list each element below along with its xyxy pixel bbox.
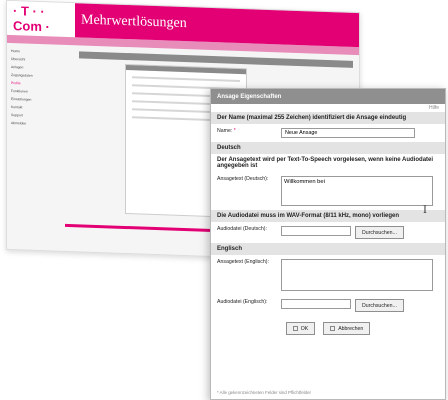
button-marker-icon (292, 326, 298, 331)
required-marker: * (233, 128, 236, 134)
nav-item[interactable]: Abmelden (11, 121, 69, 127)
nav-item[interactable]: Einstellungen (11, 97, 69, 103)
text-cursor-icon: I (423, 205, 427, 216)
ansage-dialog: Ansage Eigenschaften Hilfe Der Name (max… (210, 88, 446, 400)
nav-item[interactable]: Übersicht (11, 57, 69, 63)
dialog-toolbar: Hilfe (211, 104, 445, 112)
button-marker-icon (330, 326, 336, 331)
audiodatei-de-label: Audiodatei (Deutsch): (217, 226, 267, 232)
ansagetext-de-row: Ansagetext (Deutsch): Willkommen bei (211, 172, 445, 210)
button-row: OK Abbrechen (211, 316, 445, 339)
tts-note: Der Ansagetext wird per Text-To-Speech v… (211, 154, 445, 172)
nav-item[interactable]: Support (11, 113, 69, 119)
audiodatei-en-row: Audiodatei (Englisch): Durchsuchen... (211, 295, 445, 316)
name-intro: Der Name (maximal 255 Zeichen) identifiz… (211, 112, 445, 124)
ansagetext-de-label: Ansagetext (Deutsch): (217, 176, 269, 182)
telekom-logo: · T · · Com · (13, 3, 50, 35)
nav-item[interactable]: Anlagen (11, 65, 69, 71)
nav-item[interactable]: Kontakt (11, 105, 69, 111)
name-row: Name: * (211, 124, 445, 142)
ok-button[interactable]: OK (285, 322, 316, 335)
cancel-button[interactable]: Abbrechen (323, 322, 371, 335)
audiodatei-de-row: Audiodatei (Deutsch): Durchsuchen... (211, 222, 445, 243)
name-label: Name: (217, 128, 233, 134)
name-input[interactable] (281, 128, 415, 138)
audiodatei-de-input[interactable] (281, 226, 351, 236)
ansagetext-de-textarea[interactable]: Willkommen bei (281, 176, 433, 206)
cancel-label: Abbrechen (338, 325, 364, 332)
ansagetext-en-textarea[interactable] (281, 259, 433, 291)
nav-item[interactable]: Profile (11, 81, 69, 87)
ok-label: OK (300, 325, 309, 332)
background-nav: Home Übersicht Anlagen Zugangsdaten Prof… (7, 43, 73, 245)
nav-item[interactable]: Home (11, 49, 69, 55)
section-deutsch: Deutsch (211, 142, 445, 154)
background-tabbar (79, 51, 353, 68)
browse-en-button[interactable]: Durchsuchen... (355, 299, 404, 312)
ansagetext-en-row: Ansagetext (Englisch): (211, 255, 445, 295)
wav-note: Die Audiodatei muss im WAV-Format (8/11 … (211, 210, 445, 222)
audiodatei-en-label: Audiodatei (Englisch): (217, 299, 268, 305)
help-link[interactable]: Hilfe (429, 105, 439, 111)
dialog-title: Ansage Eigenschaften (211, 89, 445, 104)
required-fields-note: * Alle gekennzeichneten Felder sind Pfli… (217, 390, 311, 395)
nav-item[interactable]: Zugangsdaten (11, 73, 69, 79)
browse-de-button[interactable]: Durchsuchen... (355, 226, 404, 239)
background-line (132, 76, 240, 82)
ansagetext-en-label: Ansagetext (Englisch): (217, 259, 269, 265)
nav-item[interactable]: Funktionen (11, 89, 69, 95)
audiodatei-en-input[interactable] (281, 299, 351, 309)
background-panel-header (126, 65, 246, 75)
section-englisch: Englisch (211, 243, 445, 255)
